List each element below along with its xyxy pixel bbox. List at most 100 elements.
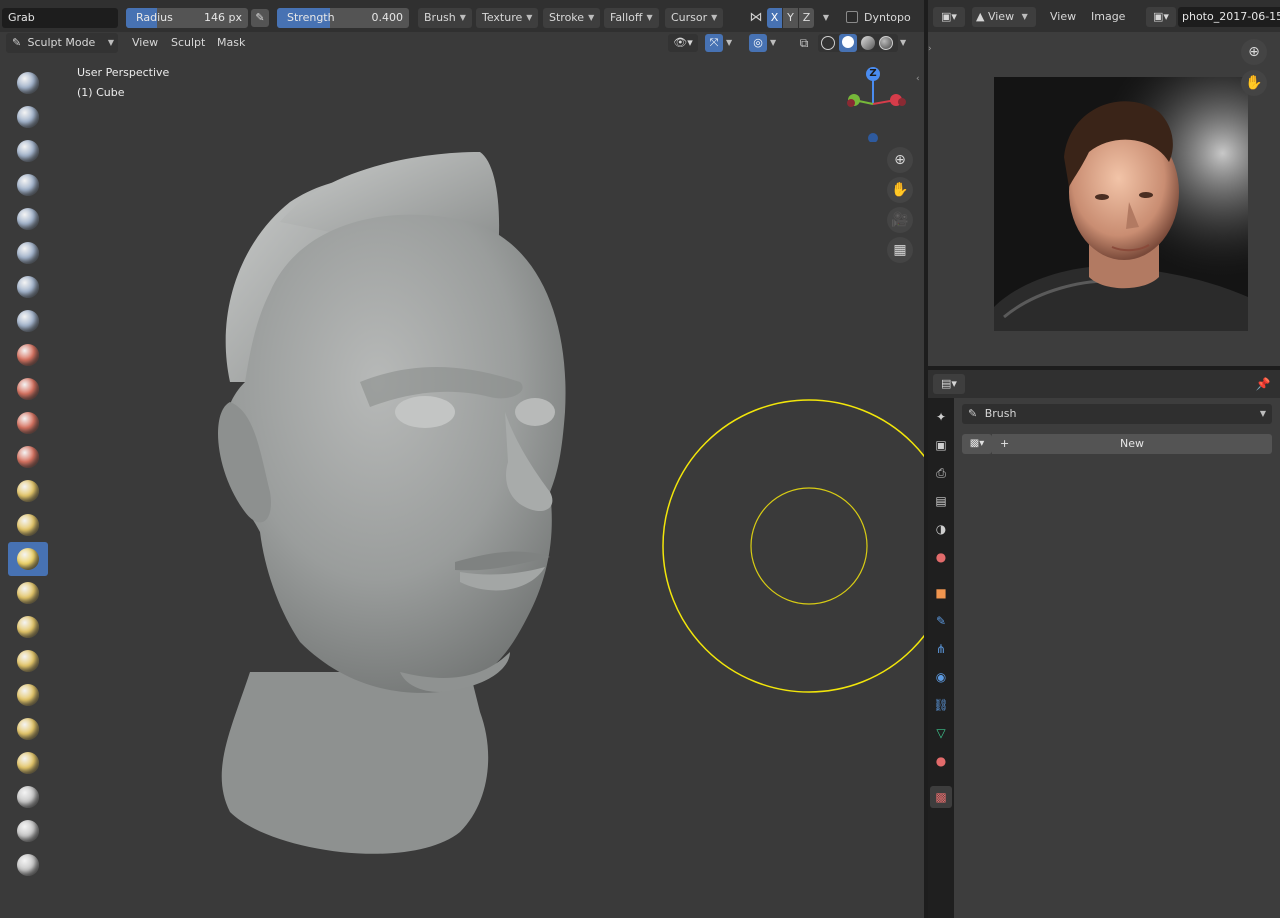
slide-relax-tool-icon: [17, 820, 39, 842]
camera-icon[interactable]: 🎥: [887, 207, 913, 233]
texture-browse-checker-icon[interactable]: ▩▾: [962, 434, 992, 454]
mirror-z-label: Z: [802, 11, 811, 24]
object-tab-icon[interactable]: ■: [930, 582, 952, 604]
image-canvas[interactable]: ⊕ ✋ ›: [928, 32, 1280, 366]
pin-icon[interactable]: 📌: [1254, 375, 1272, 393]
strength-slider[interactable]: Strength 0.400: [277, 8, 409, 28]
material-preview-shading-icon[interactable]: [861, 36, 875, 50]
tool-button[interactable]: [8, 610, 48, 644]
physics-tab-icon[interactable]: ◉: [930, 666, 952, 688]
viewport-sculpt-menu[interactable]: Sculpt: [165, 33, 211, 53]
view-layer-tab-icon[interactable]: ▤: [930, 490, 952, 512]
texture-menu-label: Texture: [482, 11, 523, 24]
brush-panel-header[interactable]: ✎ Brush ▼: [962, 404, 1272, 424]
image-pan-hand-icon[interactable]: ✋: [1241, 70, 1267, 96]
scene-tab-icon[interactable]: ◑: [930, 518, 952, 540]
visibility-eye-icon[interactable]: 👁▾: [668, 34, 698, 52]
chevron-down-icon: ▼: [526, 13, 533, 22]
sidebar-toggle-arrow-icon[interactable]: ‹: [916, 72, 924, 86]
view-mode-dropdown[interactable]: ▲ View ▼: [972, 7, 1036, 27]
render-tab-icon[interactable]: ▣: [930, 434, 952, 456]
image-menu[interactable]: Image: [1085, 7, 1131, 27]
modifier-tab-icon[interactable]: ✎: [930, 610, 952, 632]
tool-button[interactable]: [8, 236, 48, 270]
texture-tab-icon[interactable]: ▩: [930, 786, 952, 808]
tool-button[interactable]: [8, 542, 48, 576]
tool-button[interactable]: [8, 814, 48, 848]
gizmo-z-axis[interactable]: Z: [866, 67, 880, 81]
mirror-y-label: Y: [787, 11, 794, 24]
dyntopo-checkbox[interactable]: [846, 11, 858, 23]
tool-button[interactable]: [8, 406, 48, 440]
tool-button[interactable]: [8, 100, 48, 134]
symmetry-options-chevron-icon[interactable]: ▼: [817, 8, 835, 28]
tool-button[interactable]: [8, 678, 48, 712]
texture-menu[interactable]: Texture ▼: [476, 8, 539, 28]
material-tab-icon[interactable]: ●: [930, 750, 952, 772]
falloff-menu[interactable]: Falloff ▼: [604, 8, 659, 28]
navigation-gizmo[interactable]: Z: [838, 66, 914, 143]
stroke-menu[interactable]: Stroke ▼: [543, 8, 601, 28]
image-view-menu[interactable]: View: [1044, 7, 1082, 27]
tool-button[interactable]: [8, 848, 48, 882]
properties-editor-type-icon[interactable]: ▤▾: [933, 374, 965, 394]
tool-button[interactable]: [8, 712, 48, 746]
tool-button[interactable]: [8, 372, 48, 406]
overlays-toggle-icon[interactable]: ◎: [749, 34, 767, 52]
chevron-down-icon[interactable]: ▼: [900, 34, 914, 52]
image-view-menu-label: View: [1050, 10, 1077, 23]
tool-button[interactable]: [8, 134, 48, 168]
wireframe-shading-icon[interactable]: [821, 36, 835, 50]
tool-button[interactable]: [8, 338, 48, 372]
constraints-tab-icon[interactable]: ⛓: [930, 694, 952, 716]
tool-button[interactable]: [8, 474, 48, 508]
mirror-x-toggle[interactable]: X: [767, 8, 782, 28]
zoom-icon[interactable]: ⊕: [887, 147, 913, 173]
tool-button[interactable]: [8, 202, 48, 236]
tool-button[interactable]: [8, 644, 48, 678]
pan-hand-icon[interactable]: ✋: [887, 177, 913, 203]
chevron-down-icon[interactable]: ▼: [726, 34, 740, 52]
tool-name-field[interactable]: Grab: [2, 8, 118, 28]
viewport-mask-menu[interactable]: Mask: [211, 33, 251, 53]
tool-button[interactable]: [8, 508, 48, 542]
data-tab-icon[interactable]: ▽: [930, 722, 952, 744]
radius-pressure-pen-icon[interactable]: ✎: [251, 9, 269, 27]
perspective-grid-icon[interactable]: ▦: [887, 237, 913, 263]
gizmo-toggle-icon[interactable]: ⤧: [705, 34, 723, 52]
brush-menu-label: Brush: [424, 11, 456, 24]
3d-viewport[interactable]: ✎ Sculpt Mode ▼ View Sculpt Mask 👁▾ ⤧ ▼ …: [0, 32, 924, 918]
cursor-menu[interactable]: Cursor ▼: [665, 8, 724, 28]
particles-tab-icon[interactable]: ⋔: [930, 638, 952, 660]
image-name-field[interactable]: photo_2017-06-15_: [1178, 7, 1280, 27]
image-zoom-icon[interactable]: ⊕: [1241, 39, 1267, 65]
rendered-shading-icon[interactable]: [879, 36, 893, 50]
tool-button[interactable]: [8, 780, 48, 814]
xray-toggle-icon[interactable]: ⧉: [795, 34, 813, 52]
radius-slider[interactable]: Radius 146 px: [126, 8, 248, 28]
toolbar-toggle-arrow-icon[interactable]: ›: [928, 42, 936, 56]
world-tab-icon[interactable]: ●: [930, 546, 952, 568]
chevron-down-icon[interactable]: ▼: [770, 34, 784, 52]
tool-tab-icon[interactable]: ✦: [930, 406, 952, 428]
tool-button[interactable]: [8, 576, 48, 610]
editor-type-icon[interactable]: ▣▾: [933, 7, 965, 27]
tool-button[interactable]: [8, 440, 48, 474]
mirror-z-toggle[interactable]: Z: [799, 8, 814, 28]
brush-menu[interactable]: Brush ▼: [418, 8, 472, 28]
new-texture-button[interactable]: + New: [992, 434, 1272, 454]
elastic-deform-tool-icon: [17, 616, 39, 638]
chevron-down-icon: ▼: [588, 13, 595, 22]
browse-image-icon[interactable]: ▣▾: [1146, 7, 1176, 27]
pinch-tool-icon: [17, 548, 39, 570]
tool-button[interactable]: [8, 270, 48, 304]
tool-button[interactable]: [8, 66, 48, 100]
output-tab-icon[interactable]: ⎙: [930, 462, 952, 484]
viewport-view-menu[interactable]: View: [126, 33, 164, 53]
tool-button[interactable]: [8, 168, 48, 202]
mode-selector[interactable]: ✎ Sculpt Mode ▼: [6, 33, 118, 53]
mirror-y-toggle[interactable]: Y: [783, 8, 798, 28]
tool-button[interactable]: [8, 746, 48, 780]
solid-shading-button[interactable]: [839, 34, 857, 52]
tool-button[interactable]: [8, 304, 48, 338]
